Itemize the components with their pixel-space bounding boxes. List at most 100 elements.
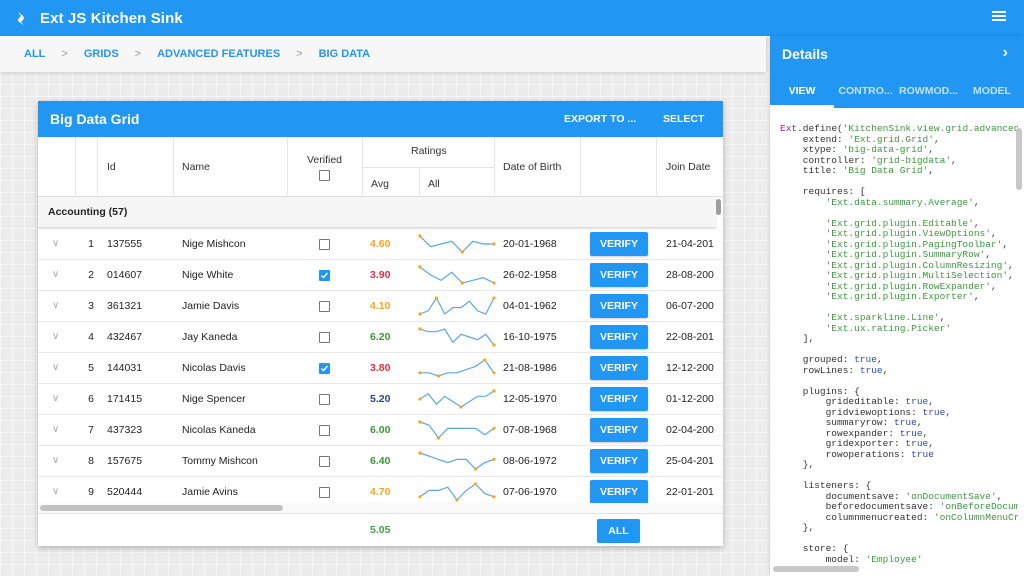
vertical-scrollbar[interactable] [716, 199, 721, 215]
code-line: ], [780, 333, 1018, 345]
breadcrumb-grids[interactable]: GRIDS [84, 48, 119, 60]
cell-rating-avg: 5.20 [370, 393, 391, 405]
cell-id: 144031 [107, 362, 143, 374]
row-number: 5 [88, 362, 94, 374]
breadcrumb-big-data[interactable]: BIG DATA [319, 48, 371, 60]
tab-view[interactable]: VIEW [770, 78, 834, 108]
tab-model[interactable]: MODEL [960, 78, 1024, 108]
sparkline-point [473, 482, 478, 486]
verify-all-button[interactable]: ALL [597, 519, 640, 543]
code-horizontal-scrollbar[interactable] [773, 566, 859, 572]
verified-header-label: Verified [307, 154, 343, 166]
verified-checkbox[interactable] [319, 425, 330, 436]
cell-rating-avg: 6.00 [370, 424, 391, 436]
code-token: , [985, 249, 991, 260]
cell-join-date: 22-08-2011 [666, 331, 714, 343]
rating-sparkline [418, 327, 496, 347]
verified-checkbox[interactable] [319, 332, 330, 343]
code-line: 'Ext.ux.rating.Picker' [780, 323, 1018, 335]
code-token: summaryrow: [780, 417, 895, 428]
verify-button[interactable]: VERIFY [590, 356, 648, 380]
group-header-accounting[interactable]: Accounting (57) [38, 197, 716, 228]
verify-button[interactable]: VERIFY [590, 294, 648, 318]
id-column-header[interactable]: Id [98, 137, 174, 197]
verify-button[interactable]: VERIFY [590, 263, 648, 287]
app-header: Ext JS Kitchen Sink [0, 0, 1024, 36]
grid-title-bar: Big Data Grid EXPORT TO ... SELECT [38, 101, 723, 137]
table-row[interactable]: ∨ 1 137555 Nige Mishcon 4.60 20-01-1968 VERIFY… [38, 229, 723, 260]
expand-row-chevron-icon[interactable]: ∨ [52, 415, 62, 445]
expand-row-chevron-icon[interactable]: ∨ [52, 291, 62, 321]
expand-row-chevron-icon[interactable]: ∨ [52, 322, 62, 352]
verify-button[interactable]: VERIFY [590, 387, 648, 411]
ratings-all-column-header[interactable]: All [420, 167, 495, 197]
cell-join-date: 25-04-2012 [666, 455, 714, 467]
sparkline-point [460, 281, 464, 285]
breadcrumb-all[interactable]: ALL [24, 48, 45, 60]
code-token: , [939, 312, 946, 323]
export-button[interactable]: EXPORT TO ... [564, 101, 636, 137]
sparkline-line [419, 483, 495, 501]
expand-row-chevron-icon[interactable]: ∨ [52, 260, 62, 290]
code-token: , [945, 406, 952, 418]
breadcrumb-separator-icon: > [61, 48, 68, 60]
horizontal-scrollbar[interactable] [40, 505, 283, 511]
verify-button[interactable]: VERIFY [590, 232, 648, 256]
join-header-label: Join Date [666, 161, 711, 173]
code-token: , [1002, 238, 1009, 250]
dob-column-header[interactable]: Date of Birth [495, 137, 581, 197]
tab-controller[interactable]: CONTRO... [834, 78, 897, 108]
code-token: xtype: [780, 144, 843, 155]
code-vertical-scrollbar[interactable] [1016, 128, 1022, 190]
sparkline-point [418, 312, 422, 316]
code-token: 'grid-bigdata' [871, 154, 952, 166]
sparkline-point [460, 250, 464, 254]
verify-button[interactable]: VERIFY [590, 480, 648, 504]
cell-join-date: 28-08-2008 [666, 269, 714, 281]
ratings-avg-column-header[interactable]: Avg [363, 167, 420, 197]
verify-button[interactable]: VERIFY [590, 418, 648, 442]
chevron-right-icon[interactable]: › [1003, 44, 1008, 62]
dob-header-label: Date of Birth [503, 161, 562, 173]
expand-row-chevron-icon[interactable]: ∨ [52, 384, 62, 414]
expand-row-chevron-icon[interactable]: ∨ [52, 353, 62, 383]
table-row[interactable]: ∨ 7 437323 Nicolas Kaneda 6.00 07-08-1968 VERI… [38, 415, 723, 446]
select-all-checkbox[interactable] [319, 170, 330, 181]
sparkline-point [418, 265, 422, 269]
name-column-header[interactable]: Name [174, 137, 288, 197]
hamburger-menu-icon[interactable] [992, 11, 1006, 25]
code-token: 'Ext.grid.plugin.SummaryRow' [780, 249, 986, 260]
verified-checkbox[interactable] [319, 301, 330, 312]
verified-checkbox[interactable] [319, 270, 330, 281]
expand-row-chevron-icon[interactable]: ∨ [52, 446, 62, 476]
join-date-column-header[interactable]: Join Date [657, 137, 723, 197]
verify-button[interactable]: VERIFY [590, 449, 648, 473]
cell-join-date: 12-12-2009 [666, 362, 714, 374]
verified-checkbox[interactable] [319, 487, 330, 498]
table-row[interactable]: ∨ 6 171415 Nige Spencer 5.20 12-05-1970 VERIFY… [38, 384, 723, 415]
sparkline-point [418, 397, 422, 401]
code-token: rowLines: [780, 364, 860, 376]
verified-checkbox[interactable] [319, 239, 330, 250]
code-token: true [894, 417, 917, 428]
tab-rowmodel[interactable]: ROWMOD... [897, 78, 960, 108]
table-row[interactable]: ∨ 2 014607 Nige White 3.90 26-02-1958 VERIFY 28… [38, 260, 723, 291]
select-button[interactable]: SELECT [663, 101, 704, 137]
code-token: 'Ext.sparkline.Line' [780, 312, 940, 323]
table-row[interactable]: ∨ 4 432467 Jay Kaneda 6.20 16-10-1975 VERIFY 22… [38, 322, 723, 353]
code-line: title: 'Big Data Grid', [780, 165, 1018, 177]
table-row[interactable]: ∨ 5 144031 Nicolas Davis 3.80 21-08-1986 VERIF… [38, 353, 723, 384]
table-row[interactable]: ∨ 8 157675 Tommy Mishcon 6.40 08-06-1972 VERIF… [38, 446, 723, 477]
big-data-grid-panel: Big Data Grid EXPORT TO ... SELECT Id Na… [38, 101, 723, 546]
expand-row-chevron-icon[interactable]: ∨ [52, 229, 62, 259]
code-token: }, [780, 459, 815, 470]
breadcrumb-advanced-features[interactable]: ADVANCED FEATURES [157, 48, 280, 60]
code-token: beforedocumentsave: [780, 501, 940, 512]
verify-button[interactable]: VERIFY [590, 325, 648, 349]
verified-checkbox[interactable] [319, 394, 330, 405]
verified-checkbox[interactable] [319, 456, 330, 467]
verified-checkbox[interactable] [319, 363, 330, 374]
verified-column-header[interactable]: Verified [288, 137, 363, 197]
table-row[interactable]: ∨ 3 361321 Jamie Davis 4.10 04-01-1962 VERIFY 0… [38, 291, 723, 322]
code-token: listeners: { [780, 480, 872, 491]
